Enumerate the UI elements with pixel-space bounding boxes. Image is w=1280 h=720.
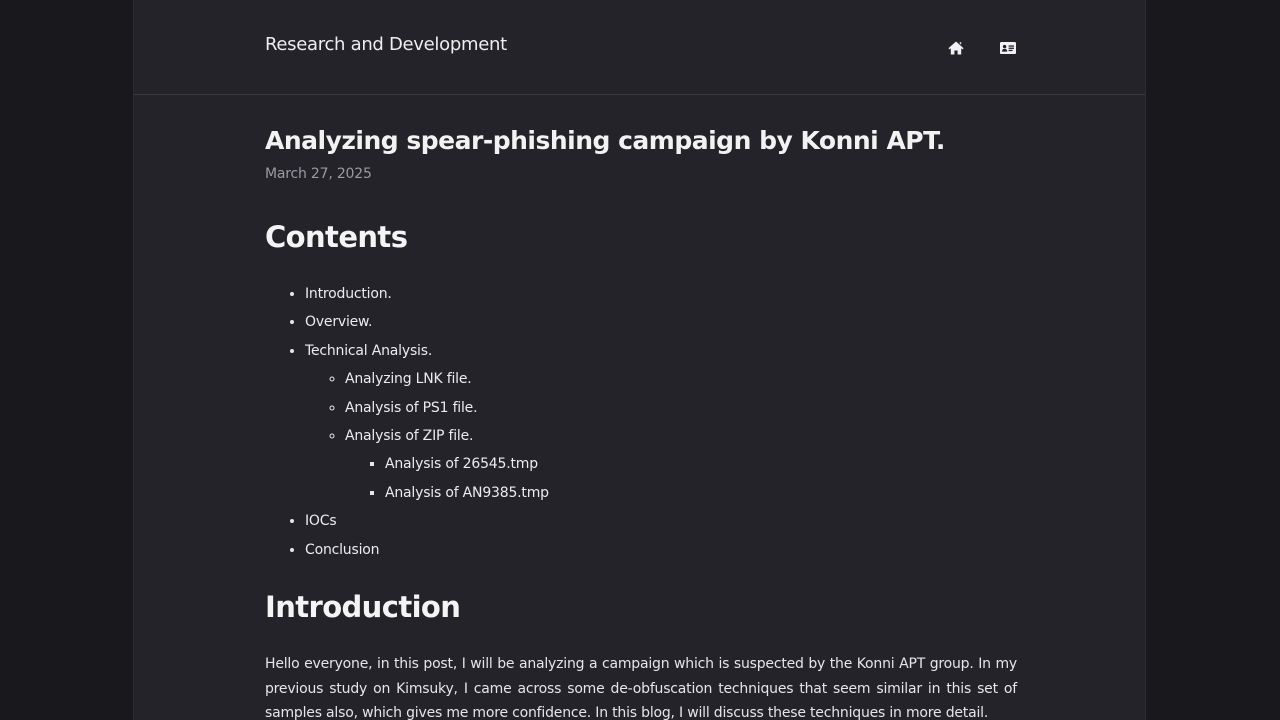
page-container: Research and Development Analyzing spear… xyxy=(133,0,1146,720)
toc-item-conclusion: Conclusion xyxy=(305,536,549,564)
toc-link-ps1[interactable]: Analysis of PS1 file. xyxy=(345,400,478,416)
toc-item-an9385: Analysis of AN9385.tmp xyxy=(385,479,549,507)
site-header: Research and Development xyxy=(134,0,1145,95)
toc-item-lnk: Analyzing LNK file. xyxy=(345,365,549,393)
toc-sublist-zip: Analysis of 26545.tmp Analysis of AN9385… xyxy=(345,450,549,507)
toc-item-overview: Overview. xyxy=(305,308,549,336)
id-card-icon[interactable] xyxy=(998,38,1018,58)
introduction-paragraph: Hello everyone, in this post, I will be … xyxy=(265,656,1017,720)
introduction-heading: Introduction xyxy=(265,590,461,624)
toc-sublist-technical: Analyzing LNK file. Analysis of PS1 file… xyxy=(305,365,549,507)
toc-item-technical-analysis: Technical Analysis. Analyzing LNK file. … xyxy=(305,337,549,507)
toc-link-lnk[interactable]: Analyzing LNK file. xyxy=(345,371,472,387)
toc-link-iocs[interactable]: IOCs xyxy=(305,513,337,529)
contents-heading: Contents xyxy=(265,220,408,254)
toc-link-conclusion[interactable]: Conclusion xyxy=(305,542,379,558)
toc-item-introduction: Introduction. xyxy=(305,280,549,308)
post-content: Analyzing spear-phishing campaign by Kon… xyxy=(265,124,1017,720)
toc-item-iocs: IOCs xyxy=(305,507,549,535)
toc-item-zip: Analysis of ZIP file. Analysis of 26545.… xyxy=(345,422,549,507)
toc-link-technical-analysis[interactable]: Technical Analysis. xyxy=(305,343,432,359)
home-icon-graphic xyxy=(948,41,964,55)
toc-link-introduction[interactable]: Introduction. xyxy=(305,286,392,302)
id-card-icon-graphic xyxy=(1000,42,1016,54)
table-of-contents: Introduction. Overview. Technical Analys… xyxy=(265,280,549,564)
toc-item-26545: Analysis of 26545.tmp xyxy=(385,450,549,478)
toc-link-26545[interactable]: Analysis of 26545.tmp xyxy=(385,456,538,472)
toc-link-zip[interactable]: Analysis of ZIP file. xyxy=(345,428,473,444)
toc-link-overview[interactable]: Overview. xyxy=(305,314,372,330)
post-title: Analyzing spear-phishing campaign by Kon… xyxy=(265,126,945,155)
post-date: March 27, 2025 xyxy=(265,166,372,182)
toc-item-ps1: Analysis of PS1 file. xyxy=(345,394,549,422)
home-icon[interactable] xyxy=(946,38,966,58)
toc-link-an9385[interactable]: Analysis of AN9385.tmp xyxy=(385,485,549,501)
site-title-link[interactable]: Research and Development xyxy=(265,34,507,55)
